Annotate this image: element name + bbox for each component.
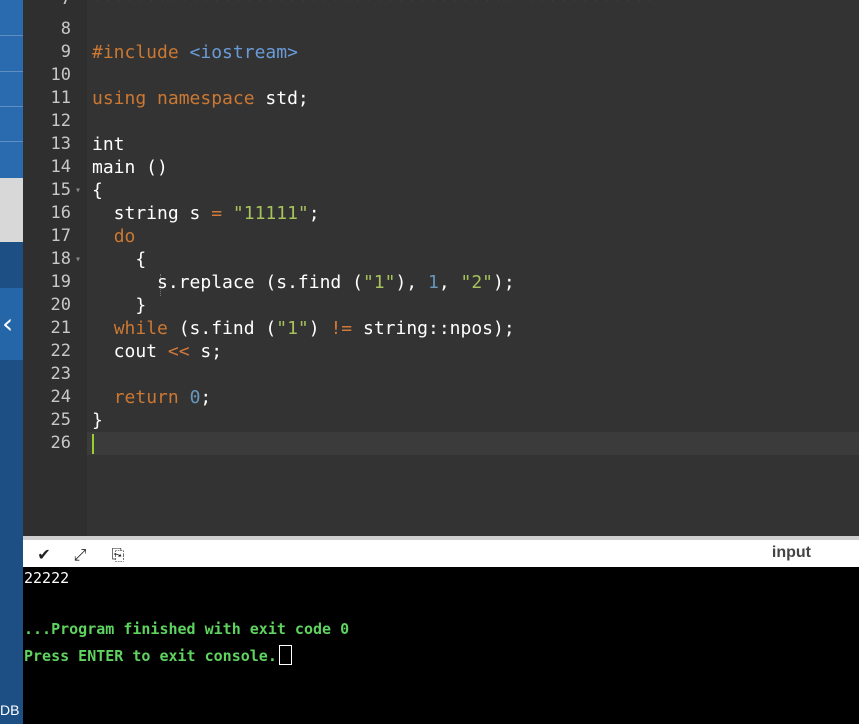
fold-arrow-icon[interactable]: ▾: [75, 248, 85, 271]
code-line[interactable]: 24 return 0;: [23, 386, 859, 409]
code-line[interactable]: 21 while (s.find ("1") != string::npos);: [23, 317, 859, 340]
line-number: 19: [50, 272, 71, 292]
code-text: cout << s;: [92, 341, 223, 362]
code-line[interactable]: 19 s.replace (s.find ("1"), 1, "2");: [23, 271, 859, 294]
output-console[interactable]: 22222 ...Program finished with exit code…: [23, 567, 859, 724]
code-line[interactable]: 7 **************************************…: [23, 0, 859, 11]
line-number: 14: [50, 157, 71, 177]
program-output: 22222: [24, 569, 70, 587]
code-text: {: [92, 249, 147, 270]
text-cursor: [92, 434, 94, 454]
line-number: 13: [50, 134, 71, 154]
line-number: 12: [50, 111, 71, 131]
code-text: using namespace std;: [92, 88, 309, 109]
sidebar-tab[interactable]: [0, 72, 23, 106]
press-enter-message: Press ENTER to exit console.: [24, 645, 292, 665]
code-text: #include <iostream>: [92, 42, 298, 63]
code-line[interactable]: 9 #include <iostream>: [23, 41, 859, 64]
line-number: 9: [60, 42, 71, 62]
line-number: 22: [50, 341, 71, 361]
line-number: 10: [50, 65, 71, 85]
line-number: 7: [23, 0, 71, 11]
code-text: {: [92, 180, 103, 201]
chevron-left-icon: ‹: [2, 307, 14, 340]
code-text: s.replace (s.find ("1"), 1, "2");: [92, 272, 515, 293]
code-line[interactable]: 12: [23, 110, 859, 133]
sidebar-panel: [0, 178, 23, 242]
code-line[interactable]: 26: [23, 432, 859, 455]
code-text: ****************************************…: [92, 0, 656, 11]
line-number: 26: [50, 433, 71, 453]
code-text: }: [92, 410, 103, 431]
left-sidebar-strip: ‹ DB: [0, 0, 23, 724]
code-text: return 0;: [113, 387, 212, 408]
line-number: 18: [50, 249, 71, 269]
console-toolbar: ✔ ⤢ ⎘ input: [23, 536, 859, 567]
exit-code-message: ...Program finished with exit code 0: [24, 620, 350, 638]
code-text: }: [92, 295, 147, 316]
code-line[interactable]: 16 string s = "11111";: [23, 202, 859, 225]
line-number: 16: [50, 203, 71, 223]
line-number: 8: [60, 19, 71, 39]
collapse-sidebar-button[interactable]: ‹: [0, 288, 23, 360]
line-number: 25: [50, 410, 71, 430]
code-line[interactable]: 14 main (): [23, 156, 859, 179]
line-number: 15: [50, 180, 71, 200]
code-text: do: [113, 226, 136, 247]
line-number: 23: [50, 364, 71, 384]
code-line[interactable]: 20 }: [23, 294, 859, 317]
code-text: int: [92, 134, 125, 155]
line-number: 20: [50, 295, 71, 315]
code-line[interactable]: 13 int: [23, 133, 859, 156]
code-text: while (s.find ("1") != string::npos);: [113, 318, 515, 339]
chevron-down-icon[interactable]: ✔: [33, 544, 55, 566]
sidebar-tab[interactable]: [0, 142, 23, 178]
code-line[interactable]: 10: [23, 64, 859, 87]
expand-arrows-icon[interactable]: ⤢: [69, 544, 91, 566]
console-cursor: [278, 645, 292, 665]
sidebar-tab[interactable]: [0, 36, 23, 71]
code-text: string s = "11111";: [92, 203, 320, 224]
sidebar-tab[interactable]: [0, 0, 23, 35]
line-number: 21: [50, 318, 71, 338]
export-icon[interactable]: ⎘: [107, 544, 129, 566]
code-line[interactable]: 17 do: [23, 225, 859, 248]
code-line[interactable]: 11 using namespace std;: [23, 87, 859, 110]
line-number: 24: [50, 387, 71, 407]
code-line[interactable]: 23: [23, 363, 859, 386]
code-text: main (): [92, 157, 168, 178]
code-line[interactable]: 8: [23, 18, 859, 41]
code-editor[interactable]: 7 **************************************…: [23, 0, 859, 536]
sidebar-db-label: DB: [0, 702, 20, 718]
sidebar-tab[interactable]: [0, 107, 23, 141]
fold-arrow-icon[interactable]: ▾: [75, 179, 85, 202]
code-line[interactable]: 22 cout << s;: [23, 340, 859, 363]
code-line[interactable]: 18 ▾ {: [23, 248, 859, 271]
input-tab-label[interactable]: input: [772, 544, 811, 562]
code-line[interactable]: 15 ▾ {: [23, 179, 859, 202]
line-number: 11: [50, 88, 71, 108]
code-line[interactable]: 25 }: [23, 409, 859, 432]
line-number: 17: [50, 226, 71, 246]
